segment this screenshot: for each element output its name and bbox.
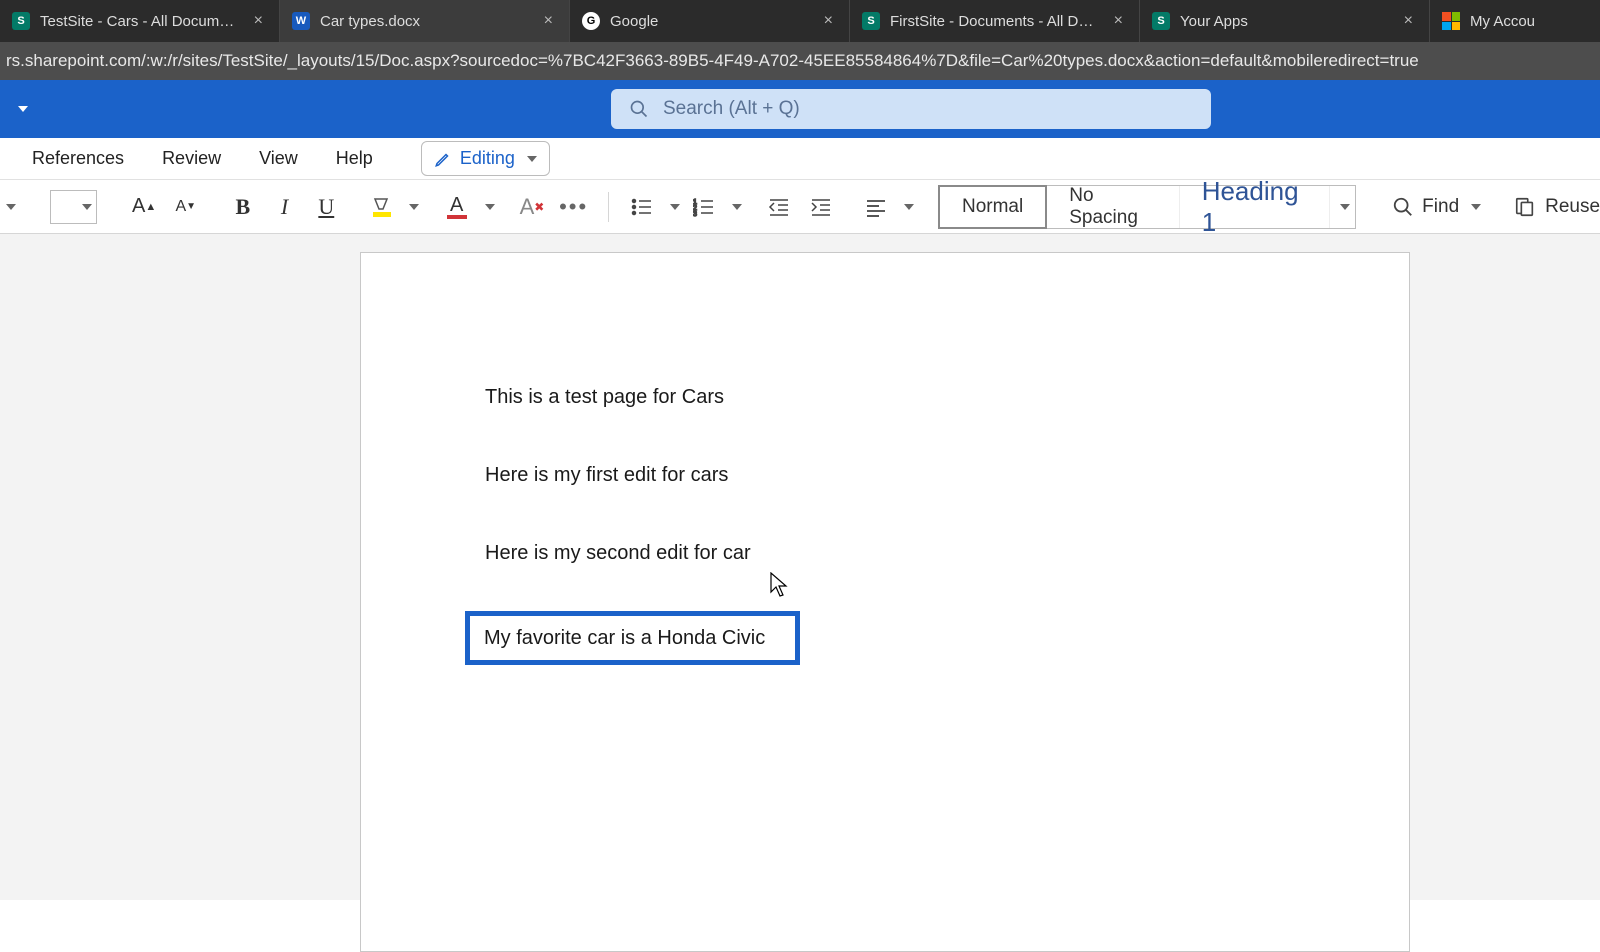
- close-icon[interactable]: ×: [1110, 12, 1127, 30]
- bullets-button[interactable]: [624, 188, 660, 226]
- font-family-dropdown[interactable]: [6, 204, 16, 210]
- url-text: rs.sharepoint.com/:w:/r/sites/TestSite/_…: [6, 51, 1419, 71]
- tab-view[interactable]: View: [259, 148, 298, 169]
- tab-review[interactable]: Review: [162, 148, 221, 169]
- bold-button[interactable]: B: [225, 188, 261, 226]
- url-bar[interactable]: rs.sharepoint.com/:w:/r/sites/TestSite/_…: [0, 42, 1600, 80]
- browser-tab[interactable]: S TestSite - Cars - All Documents ×: [0, 0, 280, 42]
- tab-title: My Accou: [1470, 13, 1588, 30]
- paragraph[interactable]: This is a test page for Cars: [485, 383, 1285, 411]
- tab-title: Google: [610, 13, 810, 30]
- sharepoint-icon: S: [862, 12, 880, 30]
- document-page[interactable]: This is a test page for Cars Here is my …: [360, 252, 1410, 952]
- indent-icon: [810, 197, 832, 217]
- svg-text:3: 3: [693, 211, 697, 217]
- grow-font-button[interactable]: A▲: [126, 188, 162, 226]
- align-dropdown[interactable]: [904, 204, 914, 210]
- browser-tab[interactable]: S FirstSite - Documents - All Docu ×: [850, 0, 1140, 42]
- style-heading1[interactable]: Heading 1: [1180, 186, 1331, 228]
- reuse-label: Reuse: [1545, 196, 1600, 218]
- italic-button[interactable]: I: [267, 188, 303, 226]
- close-icon[interactable]: ×: [540, 12, 557, 30]
- tab-help[interactable]: Help: [336, 148, 373, 169]
- clear-formatting-button[interactable]: A✖: [514, 188, 550, 226]
- microsoft-icon: [1442, 12, 1460, 30]
- font-color-button[interactable]: A: [439, 188, 475, 226]
- tab-title: TestSite - Cars - All Documents: [40, 13, 240, 30]
- tab-references[interactable]: References: [32, 148, 124, 169]
- app-menu-chevron[interactable]: [6, 102, 36, 116]
- font-size-input[interactable]: [50, 190, 97, 224]
- highlighted-text-box[interactable]: My favorite car is a Honda Civic: [465, 611, 800, 665]
- reuse-files-button[interactable]: Reuse: [1513, 196, 1600, 218]
- sharepoint-icon: S: [12, 12, 30, 30]
- style-no-spacing[interactable]: No Spacing: [1047, 186, 1179, 228]
- numbering-button[interactable]: 123: [686, 188, 722, 226]
- paragraph[interactable]: Here is my first edit for cars: [485, 461, 1285, 489]
- align-left-icon: [865, 197, 887, 217]
- close-icon[interactable]: ×: [250, 12, 267, 30]
- numbering-icon: 123: [693, 197, 715, 217]
- tab-title: Your Apps: [1180, 13, 1390, 30]
- increase-indent-button[interactable]: [803, 188, 839, 226]
- more-formatting-button[interactable]: •••: [556, 188, 592, 226]
- browser-tab-active[interactable]: W Car types.docx ×: [280, 0, 570, 42]
- tab-title: FirstSite - Documents - All Docu: [890, 13, 1100, 30]
- search-icon: [629, 99, 649, 119]
- close-icon[interactable]: ×: [820, 12, 837, 30]
- reuse-icon: [1513, 196, 1537, 218]
- browser-tab[interactable]: S Your Apps ×: [1140, 0, 1430, 42]
- underline-button[interactable]: U: [308, 188, 344, 226]
- highlighter-icon: [371, 195, 393, 219]
- numbering-dropdown[interactable]: [732, 204, 742, 210]
- word-icon: W: [292, 12, 310, 30]
- browser-tab[interactable]: G Google ×: [570, 0, 850, 42]
- sharepoint-icon: S: [1152, 12, 1170, 30]
- browser-tab-strip: S TestSite - Cars - All Documents × W Ca…: [0, 0, 1600, 42]
- decrease-indent-button[interactable]: [761, 188, 797, 226]
- font-color-dropdown[interactable]: [485, 204, 495, 210]
- bullets-dropdown[interactable]: [670, 204, 680, 210]
- shrink-font-button[interactable]: A▼: [168, 188, 204, 226]
- google-icon: G: [582, 12, 600, 30]
- align-button[interactable]: [858, 188, 894, 226]
- pencil-icon: [434, 150, 452, 168]
- app-header: Search (Alt + Q): [0, 80, 1600, 138]
- editing-mode-label: Editing: [460, 148, 515, 169]
- bullets-icon: [631, 197, 653, 217]
- highlight-dropdown[interactable]: [409, 204, 419, 210]
- ribbon-tabs: References Review View Help Editing: [0, 138, 1600, 180]
- styles-more-button[interactable]: [1330, 186, 1355, 228]
- search-input[interactable]: Search (Alt + Q): [611, 89, 1211, 129]
- highlight-button[interactable]: [364, 188, 400, 226]
- paragraph[interactable]: Here is my second edit for car: [485, 539, 1285, 567]
- editing-mode-button[interactable]: Editing: [421, 141, 550, 176]
- browser-tab[interactable]: My Accou: [1430, 0, 1600, 42]
- canvas-area: This is a test page for Cars Here is my …: [0, 234, 1600, 900]
- styles-gallery: Normal No Spacing Heading 1: [938, 185, 1356, 229]
- tab-title: Car types.docx: [320, 13, 530, 30]
- search-icon: [1392, 196, 1414, 218]
- find-label: Find: [1422, 196, 1459, 218]
- style-normal[interactable]: Normal: [938, 185, 1047, 229]
- close-icon[interactable]: ×: [1400, 12, 1417, 30]
- find-button[interactable]: Find: [1392, 196, 1481, 218]
- search-placeholder: Search (Alt + Q): [663, 98, 800, 120]
- formatting-toolbar: A▲ A▼ B I U A A✖ ••• 123 Normal No Spaci…: [0, 180, 1600, 234]
- outdent-icon: [768, 197, 790, 217]
